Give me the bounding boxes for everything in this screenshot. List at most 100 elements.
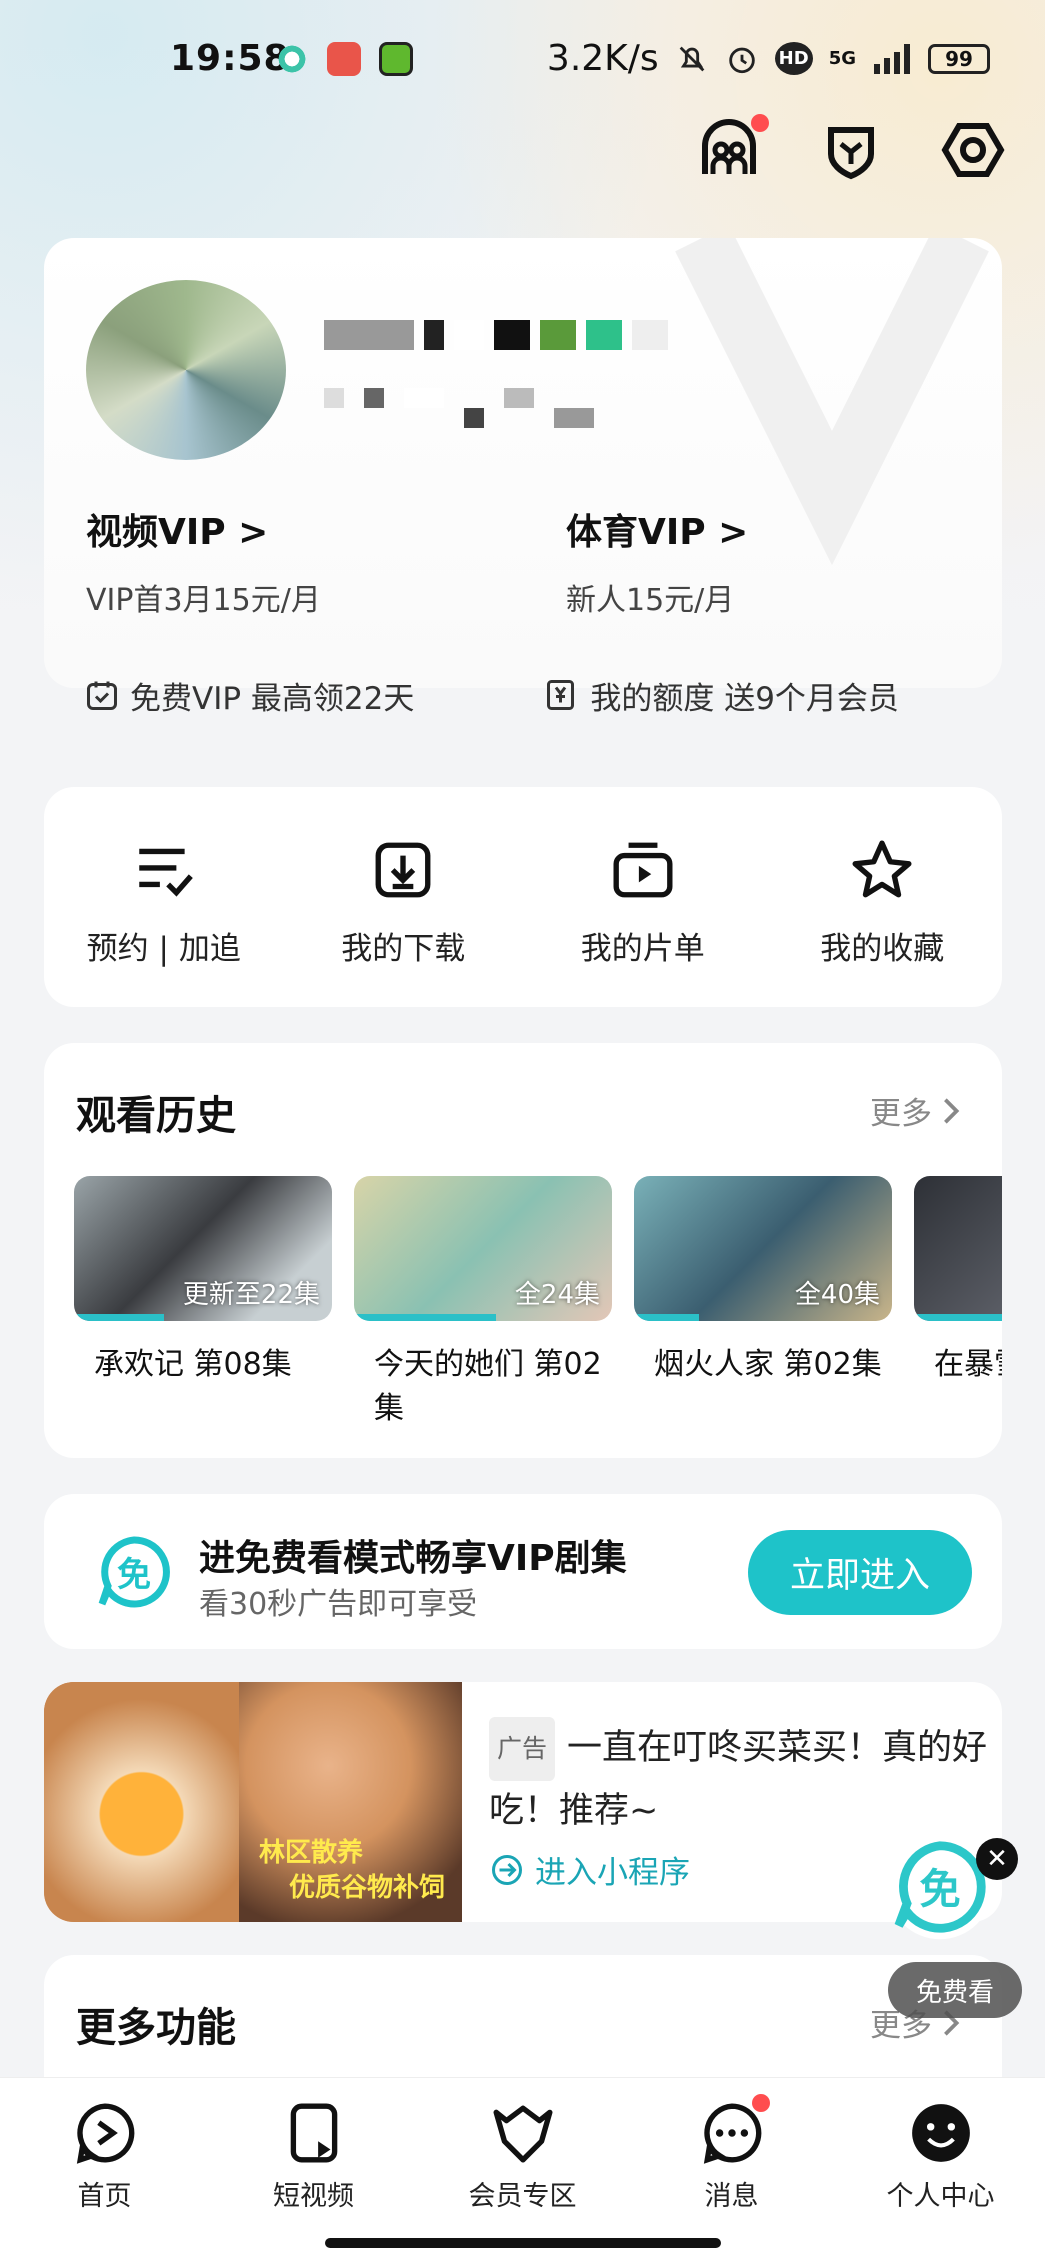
free-mode-sub: 看30秒广告即可享受 xyxy=(199,1587,478,1622)
tab-short-video-label: 短视频 xyxy=(273,2181,354,2212)
history-more-label: 更多 xyxy=(870,1096,932,1132)
history-progress xyxy=(914,1314,1002,1321)
status-app-icons xyxy=(275,42,413,76)
vip-benefits-bar: 免费VIP 最高领22天 我的额度 送9个月会员 xyxy=(44,655,1002,735)
tab-profile[interactable]: 个人中心 xyxy=(851,2100,1031,2264)
svg-text:免: 免 xyxy=(919,1866,960,1914)
ad-copy: 一直在叮咚买菜买！真的好吃！推荐~ xyxy=(489,1728,988,1831)
close-icon[interactable]: ✕ xyxy=(976,1838,1018,1880)
home-indicator xyxy=(325,2238,721,2248)
free-watch-pill[interactable]: 免费看 xyxy=(888,1962,1022,2018)
status-time: 19:58 xyxy=(170,38,290,79)
more-functions-title: 更多功能 xyxy=(76,2005,236,2051)
settings-icon[interactable] xyxy=(941,118,1005,182)
download-icon xyxy=(375,842,431,897)
ad-tag: 广告 xyxy=(489,1717,556,1781)
quick-download-label: 我的下载 xyxy=(341,930,466,967)
status-right: 3.2K/s HD 5G 99 xyxy=(547,38,990,79)
sports-vip-sub: 新人15元/月 xyxy=(566,583,735,618)
calendar-check-icon xyxy=(87,681,117,710)
profile-icon xyxy=(911,2104,970,2162)
history-item-title: 在暴雪集 xyxy=(934,1347,1002,1382)
reserve-list-icon xyxy=(139,848,193,897)
playlist-icon xyxy=(613,842,673,897)
free-badge-icon: 免 xyxy=(98,1536,170,1608)
quota-text: 我的额度 送9个月会员 xyxy=(590,680,899,717)
quick-playlist-label: 我的片单 xyxy=(580,930,705,967)
battery-icon: 99 xyxy=(928,43,990,74)
free-vip-text: 免费VIP 最高领22天 xyxy=(130,680,415,717)
watch-history-card: 观看历史 更多 更新至22集 承欢记 第08集 全24集 今天的她们 第02集 … xyxy=(44,1043,1002,1458)
quick-actions-card: 预约 | 加追 我的下载 我的片单 我的收藏 xyxy=(44,787,1002,1007)
tab-profile-label: 个人中心 xyxy=(886,2181,995,2212)
quick-playlist[interactable]: 我的片单 xyxy=(543,837,743,968)
battery-level: 99 xyxy=(945,46,973,71)
history-progress xyxy=(74,1314,165,1321)
quota-link[interactable]: 我的额度 送9个月会员 xyxy=(544,673,899,718)
history-item[interactable]: 全40集 烟火人家 第02集 xyxy=(634,1176,892,1431)
chevron-right-icon xyxy=(944,1097,960,1124)
history-item[interactable]: 在暴雪集 xyxy=(914,1176,1002,1431)
svg-text:免: 免 xyxy=(117,1555,151,1595)
notification-dot xyxy=(751,114,769,132)
community-icon[interactable] xyxy=(697,114,769,182)
status-bar: 19:58 3.2K/s HD 5G 99 xyxy=(0,30,1045,90)
ad-image: 林区散养 优质谷物补饲 xyxy=(44,1682,462,1922)
history-thumbnail: 全24集 xyxy=(354,1176,612,1321)
quick-favorites-label: 我的收藏 xyxy=(820,930,945,967)
home-play-icon xyxy=(76,2103,134,2164)
sports-vip-title: 体育VIP > xyxy=(566,512,749,553)
user-id-blurred xyxy=(324,388,594,428)
network-speed: 3.2K/s xyxy=(546,38,659,79)
history-item-title: 承欢记 第08集 xyxy=(94,1347,292,1382)
bottom-tab-bar: 首页 短视频 会员专区 消息 个人中心 xyxy=(0,2077,1045,2264)
history-item-title: 烟火人家 第02集 xyxy=(654,1347,882,1382)
ad-text: 广告 一直在叮咚买菜买！真的好吃！推荐~ xyxy=(489,1717,989,1841)
app-notify-icon xyxy=(327,42,361,76)
ad-image-text-2: 优质谷物补饲 xyxy=(289,1873,446,1903)
avatar[interactable] xyxy=(86,280,286,460)
ad-miniprogram-link[interactable]: 进入小程序 xyxy=(489,1847,690,1892)
history-episode-badge: 更新至22集 xyxy=(182,1280,320,1310)
network-type: 5G xyxy=(828,48,856,69)
history-thumbnail xyxy=(914,1176,1002,1321)
video-vip-sub: VIP首3月15元/月 xyxy=(86,583,321,618)
tab-home[interactable]: 首页 xyxy=(15,2100,195,2264)
message-notification-dot xyxy=(751,2094,770,2112)
sync-icon xyxy=(275,42,309,76)
ad-card[interactable]: 林区散养 优质谷物补饲 广告 一直在叮咚买菜买！真的好吃！推荐~ 进入小程序 xyxy=(44,1682,1002,1922)
history-more-link[interactable]: 更多 xyxy=(870,1088,962,1133)
history-thumbnail: 更新至22集 xyxy=(74,1176,332,1321)
enter-now-button[interactable]: 立即进入 xyxy=(748,1530,972,1615)
mute-bell-icon xyxy=(679,46,705,71)
short-video-icon xyxy=(290,2103,337,2163)
alarm-icon xyxy=(728,47,755,73)
sports-vip[interactable]: 体育VIP > 新人15元/月 xyxy=(566,503,748,619)
quick-download[interactable]: 我的下载 xyxy=(303,837,503,968)
header-actions xyxy=(697,114,1005,182)
quick-reserve-label: 预约 | 加追 xyxy=(86,930,241,967)
shield-icon[interactable] xyxy=(819,118,883,182)
history-item[interactable]: 更新至22集 承欢记 第08集 xyxy=(74,1176,332,1431)
hd-icon: HD xyxy=(774,42,813,75)
video-vip-title: 视频VIP > xyxy=(86,512,269,553)
quick-favorites[interactable]: 我的收藏 xyxy=(782,837,982,968)
ad-image-egg-yolk xyxy=(44,1682,239,1922)
star-icon xyxy=(852,840,912,897)
vip-crown-icon xyxy=(493,2105,552,2163)
history-progress xyxy=(354,1314,496,1321)
history-thumbnail: 全40集 xyxy=(634,1176,892,1321)
tab-messages-label: 消息 xyxy=(704,2181,759,2212)
history-item-title: 今天的她们 第02集 xyxy=(374,1347,602,1426)
history-progress xyxy=(634,1314,699,1321)
app-green-icon xyxy=(379,42,413,76)
profile-card: 视频VIP > VIP首3月15元/月 体育VIP > 新人15元/月 xyxy=(44,238,1002,688)
history-item[interactable]: 全24集 今天的她们 第02集 xyxy=(354,1176,612,1431)
free-mode-card: 免 进免费看模式畅享VIP剧集 看30秒广告即可享受 立即进入 xyxy=(44,1494,1002,1649)
free-vip-link[interactable]: 免费VIP 最高领22天 xyxy=(84,673,414,718)
quick-reserve[interactable]: 预约 | 加追 xyxy=(64,837,264,968)
signal-icon xyxy=(874,43,910,74)
history-title: 观看历史 xyxy=(76,1093,236,1139)
history-list: 更新至22集 承欢记 第08集 全24集 今天的她们 第02集 全40集 烟火人… xyxy=(74,1176,1002,1431)
video-vip[interactable]: 视频VIP > VIP首3月15元/月 xyxy=(86,503,321,619)
